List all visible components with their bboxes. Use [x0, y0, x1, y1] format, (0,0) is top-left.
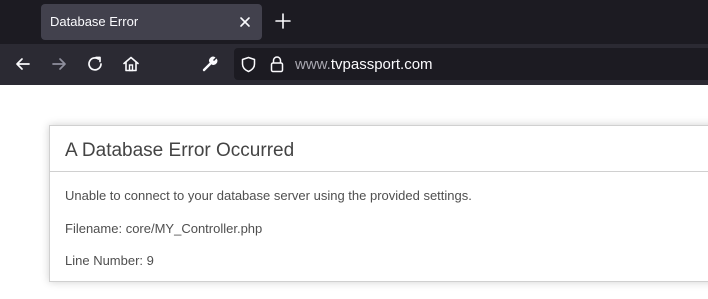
tab-bar: Database Error	[0, 0, 708, 44]
tab-title: Database Error	[50, 14, 139, 29]
home-icon[interactable]	[121, 54, 141, 74]
back-arrow-icon[interactable]	[13, 54, 33, 74]
reload-icon[interactable]	[85, 54, 105, 74]
close-icon[interactable]	[237, 14, 253, 30]
error-line-number: Line Number: 9	[65, 253, 154, 268]
error-filename: Filename: core/MY_Controller.php	[65, 221, 263, 236]
nav-toolbar: www.tvpassport.com	[0, 44, 708, 85]
plus-icon[interactable]	[274, 12, 292, 30]
shield-icon[interactable]	[240, 56, 257, 73]
url-bar[interactable]: www.tvpassport.com	[234, 48, 708, 80]
url-text[interactable]: www.tvpassport.com	[295, 56, 433, 73]
tab-active[interactable]: Database Error	[41, 4, 262, 40]
error-message: Unable to connect to your database serve…	[65, 188, 472, 203]
error-heading: A Database Error Occurred	[65, 140, 295, 161]
lock-icon[interactable]	[269, 55, 285, 73]
page-content: A Database Error Occurred Unable to conn…	[0, 85, 708, 299]
url-prefix: www.	[295, 56, 331, 73]
url-domain: tvpassport.com	[330, 56, 433, 73]
wrench-icon[interactable]	[200, 54, 220, 74]
forward-arrow-icon[interactable]	[49, 54, 69, 74]
error-container: A Database Error Occurred Unable to conn…	[49, 125, 708, 282]
divider	[50, 171, 708, 172]
